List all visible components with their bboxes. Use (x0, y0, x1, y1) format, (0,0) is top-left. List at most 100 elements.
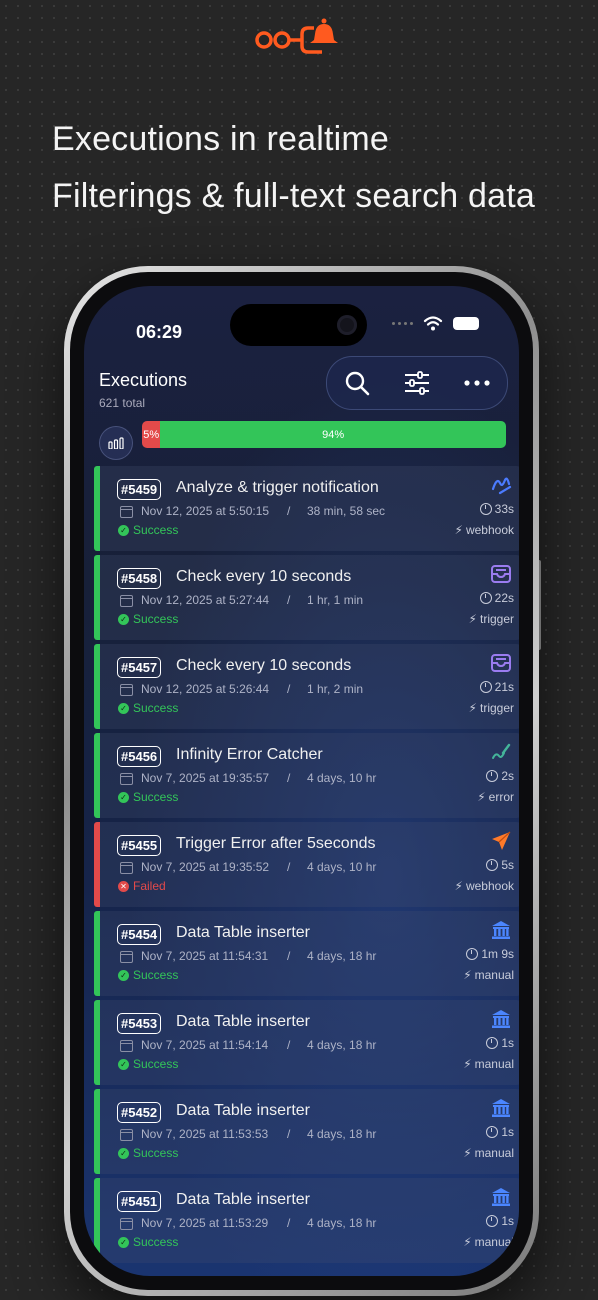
separator: / (287, 949, 291, 963)
bar-chart-icon (108, 437, 124, 449)
relative-time: 38 min, 58 sec (307, 504, 386, 518)
workflow-name: Check every 10 seconds (176, 568, 352, 585)
timer-icon (486, 1126, 499, 1138)
pen-icon (490, 741, 512, 763)
inbox-icon (490, 652, 512, 674)
status-label: Success (133, 968, 179, 982)
execution-date: Nov 12, 2025 at 5:27:44 (141, 593, 270, 607)
workflow-name: Check every 10 seconds (176, 657, 352, 674)
bolt-icon: ⚡︎ (463, 1057, 472, 1071)
execution-id: #5451 (117, 1191, 162, 1212)
relative-time: 4 days, 10 hr (307, 860, 377, 874)
status-badge: ✓ Success (118, 1057, 178, 1071)
trigger-label: webhook (465, 879, 514, 893)
execution-row[interactable]: #5457 Check every 10 seconds Nov 12, 202… (94, 644, 519, 729)
sliders-icon (405, 371, 429, 395)
status-label: Success (133, 523, 179, 537)
trigger-label: manual (474, 1235, 514, 1249)
calendar-icon (120, 951, 133, 963)
app-logo (255, 18, 338, 54)
trigger-type: ⚡︎ webhook (455, 523, 514, 537)
trigger-type: ⚡︎ trigger (469, 612, 514, 626)
execution-date: Nov 12, 2025 at 5:26:44 (141, 682, 270, 696)
more-button[interactable] (457, 363, 497, 403)
duration: 1s (486, 1125, 514, 1139)
stats-button[interactable] (99, 426, 133, 460)
workflow-name: Infinity Error Catcher (176, 746, 323, 763)
check-circle-icon: ✓ (118, 791, 129, 803)
check-circle-icon: ✓ (118, 1236, 129, 1248)
execution-row[interactable]: #5453 Data Table inserter Nov 7, 2025 at… (94, 1000, 519, 1085)
execution-row[interactable]: #5459 Analyze & trigger notification Nov… (94, 466, 519, 551)
trigger-type: ⚡︎ manual (463, 968, 514, 982)
timer-icon (479, 592, 492, 604)
timer-icon (486, 859, 499, 871)
execution-id: #5458 (117, 568, 162, 589)
separator: / (287, 682, 291, 696)
workflow-name: Data Table inserter (176, 924, 310, 941)
status-badge: ✓ Success (118, 1235, 178, 1249)
success-percentage: 94% (160, 421, 506, 448)
timer-icon (486, 1037, 499, 1049)
bolt-icon: ⚡︎ (463, 968, 472, 982)
camera-icon (337, 315, 357, 335)
execution-row[interactable]: #5458 Check every 10 seconds Nov 12, 202… (94, 555, 519, 640)
filter-button[interactable] (397, 363, 437, 403)
status-accent (94, 911, 100, 996)
execution-row[interactable]: #5452 Data Table inserter Nov 7, 2025 at… (94, 1089, 519, 1174)
status-accent (94, 1000, 100, 1085)
calendar-icon (120, 1040, 133, 1052)
status-badge: ✓ Success (118, 968, 178, 982)
duration-value: 22s (494, 591, 514, 605)
status-time: 06:29 (136, 322, 183, 342)
bolt-icon: ⚡︎ (468, 701, 477, 715)
status-badge: ✓ Success (118, 523, 178, 537)
duration: 1s (486, 1214, 514, 1228)
separator: / (287, 593, 291, 607)
execution-id: #5459 (117, 479, 162, 500)
execution-id: #5457 (117, 657, 162, 678)
search-button[interactable] (337, 363, 377, 403)
workflow-name: Data Table inserter (176, 1013, 310, 1030)
x-circle-icon: ✕ (118, 880, 129, 892)
execution-row[interactable]: #5455 Trigger Error after 5seconds Nov 7… (94, 822, 519, 907)
duration-value: 1m 9s (481, 947, 514, 961)
check-circle-icon: ✓ (118, 1147, 129, 1159)
execution-row[interactable]: #5456 Infinity Error Catcher Nov 7, 2025… (94, 733, 519, 818)
trigger-type: ⚡︎ manual (463, 1057, 514, 1071)
duration: 2s (486, 769, 514, 783)
headline-realtime: Executions in realtime (52, 120, 389, 158)
trigger-label: error (488, 790, 514, 804)
relative-time: 4 days, 18 hr (307, 1127, 377, 1141)
status-accent (94, 466, 100, 551)
more-icon (464, 380, 490, 386)
check-circle-icon: ✓ (118, 702, 129, 714)
inbox-icon (490, 563, 512, 585)
execution-date: Nov 7, 2025 at 19:35:57 (141, 771, 270, 785)
bank-icon (490, 1008, 512, 1030)
execution-date: Nov 7, 2025 at 11:54:14 (141, 1038, 269, 1052)
calendar-icon (120, 773, 133, 785)
execution-row[interactable]: #5451 Data Table inserter Nov 7, 2025 at… (94, 1178, 519, 1263)
timer-icon (466, 948, 479, 960)
execution-count: 621 total (99, 396, 146, 410)
execution-date: Nov 7, 2025 at 19:35:52 (141, 860, 270, 874)
trigger-label: manual (474, 968, 514, 982)
duration-value: 21s (494, 680, 514, 694)
status-label: Success (133, 790, 179, 804)
calendar-icon (120, 684, 133, 696)
duration-value: 1s (501, 1125, 514, 1139)
bank-icon (490, 1097, 512, 1119)
execution-row[interactable]: #5454 Data Table inserter Nov 7, 2025 at… (94, 911, 519, 996)
check-circle-icon: ✓ (118, 613, 129, 625)
wifi-icon (423, 316, 443, 331)
status-accent (94, 644, 100, 729)
bolt-icon: ⚡︎ (463, 1235, 472, 1249)
status-summary-bar: 5% 94% (142, 421, 506, 448)
duration: 21s (479, 680, 514, 694)
bolt-icon: ⚡︎ (454, 879, 463, 893)
trigger-type: ⚡︎ webhook (455, 879, 514, 893)
send-icon (490, 830, 512, 852)
duration-value: 5s (501, 858, 514, 872)
workflow-name: Data Table inserter (176, 1102, 310, 1119)
